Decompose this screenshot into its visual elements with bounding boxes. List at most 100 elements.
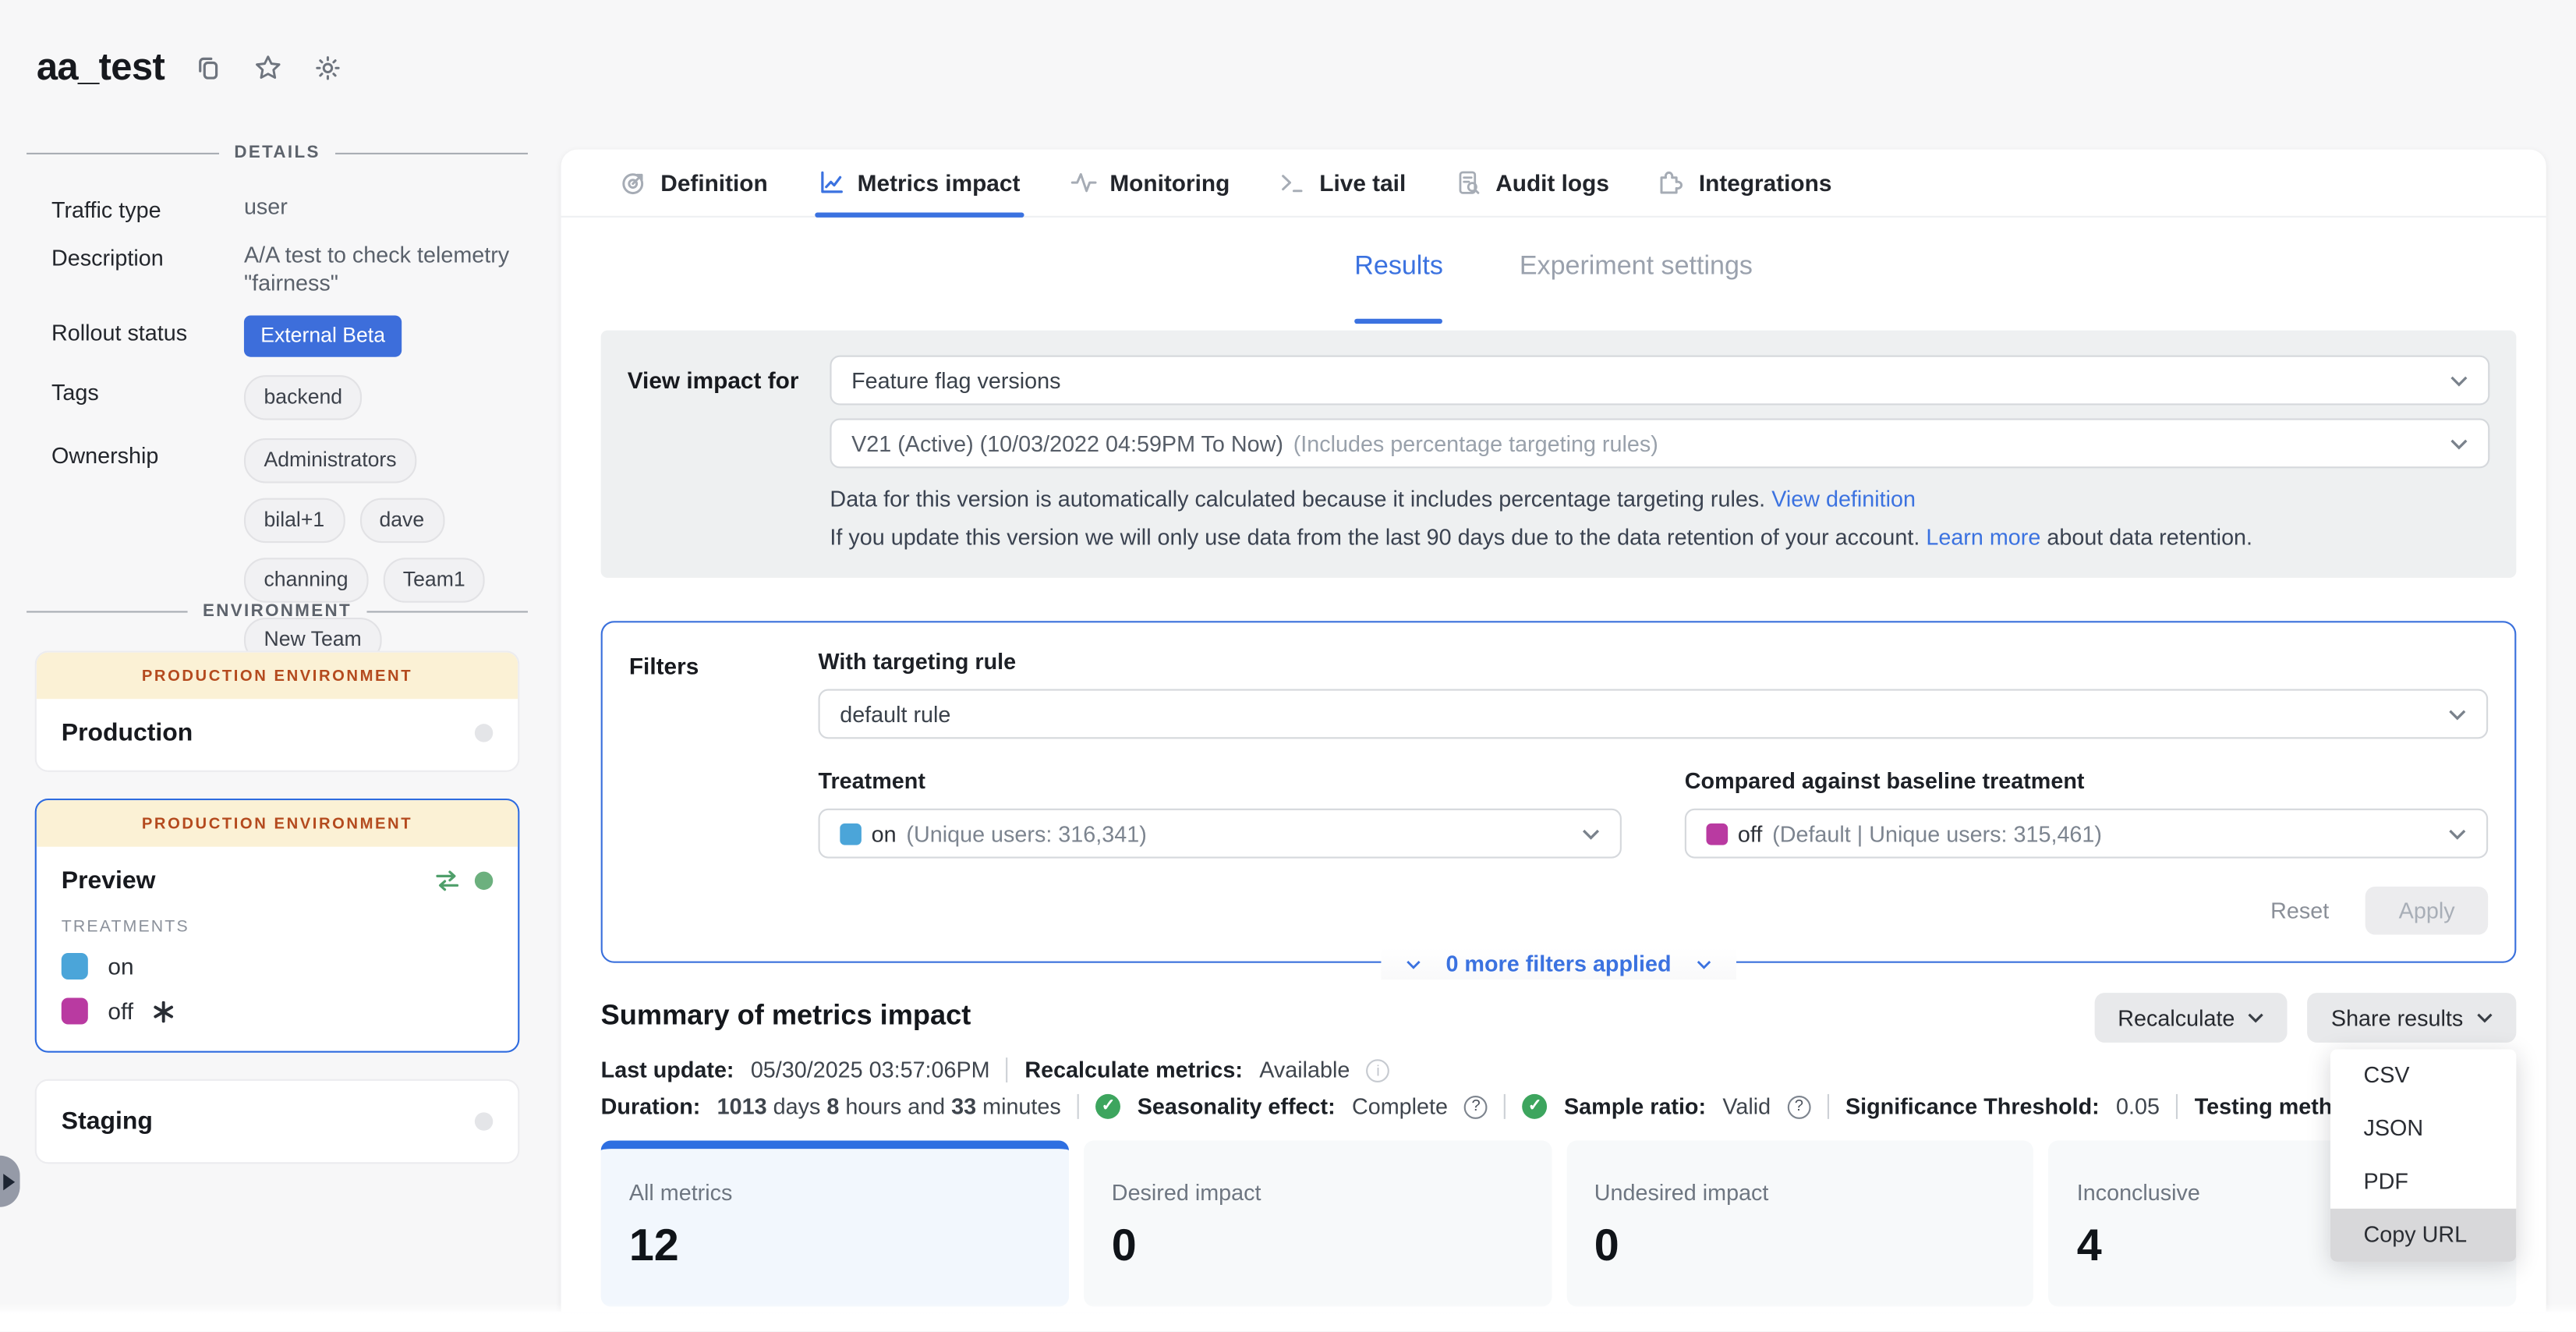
- divider: [1504, 1094, 1506, 1119]
- star-icon[interactable]: [254, 53, 282, 81]
- question-icon[interactable]: ?: [1787, 1095, 1810, 1118]
- env-card-staging[interactable]: Staging: [35, 1079, 520, 1164]
- divider: [27, 152, 219, 154]
- metric-card-label: Desired impact: [1112, 1181, 1523, 1206]
- description-label: Description: [51, 241, 222, 271]
- treatment-color-off: [62, 997, 88, 1024]
- status-dot-green: [475, 872, 493, 890]
- baseline-dropdown[interactable]: off (Default | Unique users: 315,461): [1685, 809, 2488, 859]
- impact-source-dropdown[interactable]: Feature flag versions: [830, 356, 2489, 406]
- tab-integrations[interactable]: Integrations: [1659, 150, 1832, 216]
- metric-card-label: Undesired impact: [1594, 1181, 2005, 1206]
- share-menu-item-json[interactable]: JSON: [2330, 1103, 2516, 1156]
- metric-card-undesired-impact[interactable]: Undesired impact 0: [1566, 1141, 2034, 1307]
- targeting-rule-dropdown[interactable]: default rule: [819, 689, 2489, 739]
- owner-pill: Administrators: [244, 438, 416, 483]
- tag-pill: backend: [244, 375, 363, 420]
- tab-live-tail[interactable]: Live tail: [1279, 150, 1406, 216]
- details-heading-label: DETAILS: [234, 143, 320, 163]
- seasonality-value: Complete: [1352, 1094, 1448, 1119]
- treatment-color-on: [62, 953, 88, 980]
- summary-meta-line-1: Last update: 05/30/2025 03:57:06PM Recal…: [601, 1057, 2517, 1082]
- tab-label: Monitoring: [1109, 169, 1230, 196]
- divider: [1828, 1094, 1829, 1119]
- treatment-dropdown[interactable]: on (Unique users: 316,341): [819, 809, 1622, 859]
- targeting-rule-value: default rule: [840, 701, 2448, 726]
- auto-calc-text: Data for this version is automatically c…: [830, 487, 1765, 512]
- share-menu-item-csv[interactable]: CSV: [2330, 1049, 2516, 1102]
- env-card-preview[interactable]: PRODUCTION ENVIRONMENT Preview TREATMENT…: [35, 799, 520, 1053]
- retention-text: If you update this version we will only …: [830, 525, 1920, 550]
- tags-label: Tags: [51, 375, 222, 405]
- line-chart-icon: [818, 169, 844, 196]
- duration-value: 1013 days 8 hours and 33 minutes: [717, 1094, 1061, 1119]
- details-panel: DETAILS Traffic type user Description A/…: [27, 143, 528, 662]
- significance-threshold-label: Significance Threshold:: [1845, 1094, 2100, 1119]
- app-root: aa_test DET: [0, 0, 2576, 1331]
- subtab-results[interactable]: Results: [1354, 253, 1443, 324]
- baseline-detail: (Default | Unique users: 315,461): [1772, 821, 2102, 846]
- auto-calc-note: Data for this version is automatically c…: [830, 485, 2489, 513]
- last-update-value: 05/30/2025 03:57:06PM: [751, 1057, 990, 1082]
- share-menu-item-copy-url[interactable]: Copy URL: [2330, 1209, 2516, 1262]
- reset-button[interactable]: Reset: [2270, 898, 2329, 923]
- chevron-down-icon: [1696, 958, 1711, 969]
- divider: [366, 610, 528, 611]
- traffic-type-label: Traffic type: [51, 193, 222, 222]
- more-filters-toggle[interactable]: 0 more filters applied: [1381, 948, 1736, 980]
- tab-label: Metrics impact: [858, 169, 1021, 196]
- treatment-detail: (Unique users: 316,341): [906, 821, 1146, 846]
- version-dropdown[interactable]: V21 (Active) (10/03/2022 04:59PM To Now)…: [830, 418, 2489, 468]
- summary-section: Summary of metrics impact Recalculate Sh…: [601, 993, 2517, 1119]
- gear-icon[interactable]: [314, 53, 342, 81]
- recalculate-label: Recalculate: [2118, 1005, 2235, 1030]
- chevron-down-icon: [2248, 1013, 2264, 1023]
- treatment-color-swatch: [840, 823, 862, 845]
- tab-label: Integrations: [1699, 169, 1832, 196]
- view-definition-link[interactable]: View definition: [1771, 487, 1916, 512]
- share-results-button[interactable]: Share results: [2308, 993, 2516, 1043]
- divider: [335, 152, 528, 154]
- filters-card: Filters With targeting rule default rule…: [601, 621, 2517, 963]
- tab-definition[interactable]: Definition: [621, 150, 768, 216]
- results-settings-switch: Results Experiment settings: [561, 218, 2546, 324]
- metric-card-value: 0: [1594, 1220, 2005, 1272]
- metric-card-desired-impact[interactable]: Desired impact 0: [1084, 1141, 1552, 1307]
- treatment-name-on: on: [108, 953, 133, 980]
- last-update-label: Last update:: [601, 1057, 734, 1082]
- retention-suffix: about data retention.: [2047, 525, 2252, 550]
- chevron-down-icon: [2448, 708, 2466, 720]
- metric-card-value: 0: [1112, 1220, 1523, 1272]
- environment-heading-label: ENVIRONMENT: [203, 601, 352, 622]
- version-value: V21 (Active) (10/03/2022 04:59PM To Now)…: [851, 430, 2450, 455]
- apply-button[interactable]: Apply: [2365, 887, 2488, 935]
- ownership-label: Ownership: [51, 438, 222, 468]
- metric-summary-cards: All metrics 12 Desired impact 0 Undesire…: [601, 1141, 2517, 1307]
- env-card-production[interactable]: PRODUCTION ENVIRONMENT Production: [35, 651, 520, 772]
- page-header: aa_test: [37, 44, 342, 89]
- share-menu-item-pdf[interactable]: PDF: [2330, 1156, 2516, 1209]
- tab-metrics-impact[interactable]: Metrics impact: [818, 150, 1021, 216]
- puzzle-icon: [1659, 169, 1686, 196]
- recalculate-button[interactable]: Recalculate: [2094, 993, 2288, 1043]
- question-icon[interactable]: ?: [1464, 1095, 1488, 1118]
- owner-pill: bilal+1: [244, 498, 345, 543]
- chevron-right-icon: [3, 1173, 15, 1189]
- treatment-row-off: off: [62, 997, 494, 1024]
- subtab-experiment-settings[interactable]: Experiment settings: [1520, 253, 1753, 324]
- impact-source-value: Feature flag versions: [851, 368, 2450, 393]
- info-icon[interactable]: i: [1367, 1058, 1390, 1082]
- header-actions: [194, 53, 341, 81]
- owner-pill: dave: [359, 498, 444, 543]
- status-dot-gray: [475, 1112, 493, 1130]
- tab-label: Live tail: [1319, 169, 1406, 196]
- flag-title: aa_test: [37, 44, 165, 89]
- metric-card-all-metrics[interactable]: All metrics 12: [601, 1141, 1069, 1307]
- copy-icon[interactable]: [194, 53, 222, 81]
- baseline-name: off: [1738, 821, 1762, 846]
- learn-more-link[interactable]: Learn more: [1926, 525, 2040, 550]
- tab-audit-logs[interactable]: Audit logs: [1456, 150, 1609, 216]
- metric-card-value: 12: [629, 1220, 1040, 1272]
- sidebar-collapse-handle[interactable]: [0, 1156, 20, 1207]
- tab-monitoring[interactable]: Monitoring: [1070, 150, 1230, 216]
